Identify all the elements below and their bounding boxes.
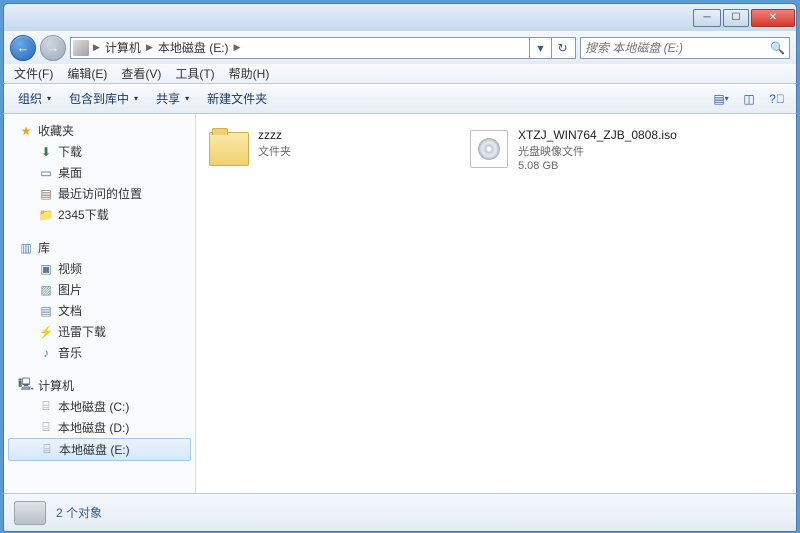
include-library-button[interactable]: 包含到库中 bbox=[63, 86, 144, 111]
sidebar-item-label: 本地磁盘 (E:) bbox=[59, 441, 130, 458]
thunder-icon: ⚡ bbox=[38, 324, 54, 340]
file-type: 文件夹 bbox=[258, 143, 291, 159]
sidebar-item-music[interactable]: ♪音乐 bbox=[4, 342, 195, 363]
breadcrumb[interactable]: ▶ 计算机 ▶ 本地磁盘 (E:) ▶ ▾ ↻ bbox=[70, 37, 576, 59]
sidebar-label: 收藏夹 bbox=[38, 122, 74, 139]
sidebar-item-label: 迅雷下载 bbox=[58, 323, 106, 340]
file-list[interactable]: zzzz 文件夹 XTZJ_WIN764_ZJB_0808.iso 光盘映像文件… bbox=[196, 114, 796, 493]
sidebar-item-label: 桌面 bbox=[58, 164, 82, 181]
drive-icon: ⌸ bbox=[38, 399, 54, 415]
drive-icon: ⌸ bbox=[38, 420, 54, 436]
search-icon[interactable]: 🔍 bbox=[770, 41, 785, 55]
toolbar: 组织 包含到库中 共享 新建文件夹 ▤▾ ◫ ?⃝ bbox=[3, 84, 797, 114]
breadcrumb-root[interactable]: 计算机 bbox=[102, 39, 144, 56]
sidebar-item-label: 2345下载 bbox=[58, 206, 109, 223]
video-icon: ▣ bbox=[38, 261, 54, 277]
back-button[interactable]: ← bbox=[10, 35, 36, 61]
menu-file[interactable]: 文件(F) bbox=[8, 63, 59, 84]
file-meta: zzzz 文件夹 bbox=[258, 128, 291, 159]
window-controls: ─ ☐ ✕ bbox=[691, 9, 795, 27]
help-icon[interactable]: ?⃝ bbox=[766, 88, 788, 110]
sidebar-group-computer: 🖳 计算机 ⌸本地磁盘 (C:) ⌸本地磁盘 (D:) ⌸本地磁盘 (E:) bbox=[4, 375, 195, 461]
picture-icon: ▨ bbox=[38, 282, 54, 298]
search-box[interactable]: 🔍 bbox=[580, 37, 790, 59]
maximize-button[interactable]: ☐ bbox=[723, 9, 749, 27]
sidebar-item-label: 音乐 bbox=[58, 344, 82, 361]
chevron-right-icon[interactable]: ▶ bbox=[232, 42, 243, 53]
title-bar: ─ ☐ ✕ bbox=[3, 3, 797, 31]
sidebar-item-2345[interactable]: 📁2345下载 bbox=[4, 204, 195, 225]
sidebar-item-thunder[interactable]: ⚡迅雷下载 bbox=[4, 321, 195, 342]
desktop-icon: ▭ bbox=[38, 165, 54, 181]
menu-edit[interactable]: 编辑(E) bbox=[61, 63, 113, 84]
sidebar-item-desktop[interactable]: ▭桌面 bbox=[4, 162, 195, 183]
sidebar-head-libraries[interactable]: ▥ 库 bbox=[4, 237, 195, 258]
sidebar-item-documents[interactable]: ▤文档 bbox=[4, 300, 195, 321]
file-item-iso[interactable]: XTZJ_WIN764_ZJB_0808.iso 光盘映像文件 5.08 GB bbox=[464, 124, 704, 176]
drive-icon bbox=[14, 501, 46, 525]
chevron-right-icon[interactable]: ▶ bbox=[144, 42, 155, 53]
sidebar-item-label: 图片 bbox=[58, 281, 82, 298]
organize-button[interactable]: 组织 bbox=[12, 86, 57, 111]
sidebar-label: 计算机 bbox=[38, 377, 74, 394]
nav-bar: ← → ▶ 计算机 ▶ 本地磁盘 (E:) ▶ ▾ ↻ 🔍 bbox=[3, 31, 797, 64]
sidebar-item-recent[interactable]: ▤最近访问的位置 bbox=[4, 183, 195, 204]
sidebar-item-label: 下载 bbox=[58, 143, 82, 160]
sidebar-item-downloads[interactable]: ⬇下载 bbox=[4, 141, 195, 162]
refresh-icon[interactable]: ↻ bbox=[551, 37, 573, 59]
file-size: 5.08 GB bbox=[518, 160, 677, 172]
file-meta: XTZJ_WIN764_ZJB_0808.iso 光盘映像文件 5.08 GB bbox=[518, 128, 677, 172]
view-options-icon[interactable]: ▤▾ bbox=[710, 88, 732, 110]
forward-button[interactable]: → bbox=[40, 35, 66, 61]
preview-pane-icon[interactable]: ◫ bbox=[738, 88, 760, 110]
sidebar-label: 库 bbox=[38, 239, 50, 256]
sidebar-item-drive-d[interactable]: ⌸本地磁盘 (D:) bbox=[4, 417, 195, 438]
minimize-button[interactable]: ─ bbox=[693, 9, 721, 27]
sidebar-item-label: 本地磁盘 (D:) bbox=[58, 419, 129, 436]
sidebar-item-label: 文档 bbox=[58, 302, 82, 319]
sidebar-group-favorites: ★ 收藏夹 ⬇下载 ▭桌面 ▤最近访问的位置 📁2345下载 bbox=[4, 120, 195, 225]
dropdown-icon[interactable]: ▾ bbox=[529, 37, 551, 59]
main-area: ★ 收藏夹 ⬇下载 ▭桌面 ▤最近访问的位置 📁2345下载 ▥ 库 ▣视频 ▨… bbox=[3, 114, 797, 493]
drive-icon bbox=[73, 40, 89, 56]
sidebar-item-drive-c[interactable]: ⌸本地磁盘 (C:) bbox=[4, 396, 195, 417]
sidebar-head-favorites[interactable]: ★ 收藏夹 bbox=[4, 120, 195, 141]
sidebar-item-drive-e[interactable]: ⌸本地磁盘 (E:) bbox=[8, 438, 191, 461]
computer-icon: 🖳 bbox=[18, 378, 34, 394]
menu-bar: 文件(F) 编辑(E) 查看(V) 工具(T) 帮助(H) bbox=[3, 64, 797, 84]
breadcrumb-current[interactable]: 本地磁盘 (E:) bbox=[155, 39, 232, 56]
library-icon: ▥ bbox=[18, 240, 34, 256]
folder-icon: 📁 bbox=[38, 207, 54, 223]
sidebar: ★ 收藏夹 ⬇下载 ▭桌面 ▤最近访问的位置 📁2345下载 ▥ 库 ▣视频 ▨… bbox=[4, 114, 196, 493]
sidebar-item-label: 视频 bbox=[58, 260, 82, 277]
sidebar-group-libraries: ▥ 库 ▣视频 ▨图片 ▤文档 ⚡迅雷下载 ♪音乐 bbox=[4, 237, 195, 363]
status-text: 2 个对象 bbox=[56, 504, 102, 521]
menu-help[interactable]: 帮助(H) bbox=[223, 63, 276, 84]
recent-icon: ▤ bbox=[38, 186, 54, 202]
share-button[interactable]: 共享 bbox=[150, 86, 195, 111]
sidebar-item-label: 最近访问的位置 bbox=[58, 185, 142, 202]
file-name: zzzz bbox=[258, 128, 291, 142]
close-button[interactable]: ✕ bbox=[751, 9, 795, 27]
star-icon: ★ bbox=[18, 123, 34, 139]
search-input[interactable] bbox=[585, 41, 770, 55]
file-name: XTZJ_WIN764_ZJB_0808.iso bbox=[518, 128, 677, 142]
iso-icon bbox=[468, 128, 510, 170]
drive-icon: ⌸ bbox=[39, 442, 55, 458]
status-bar: 2 个对象 bbox=[3, 493, 797, 532]
file-item-folder[interactable]: zzzz 文件夹 bbox=[204, 124, 444, 174]
menu-view[interactable]: 查看(V) bbox=[115, 63, 167, 84]
document-icon: ▤ bbox=[38, 303, 54, 319]
download-icon: ⬇ bbox=[38, 144, 54, 160]
sidebar-item-pictures[interactable]: ▨图片 bbox=[4, 279, 195, 300]
file-type: 光盘映像文件 bbox=[518, 143, 677, 159]
new-folder-button[interactable]: 新建文件夹 bbox=[201, 86, 273, 111]
sidebar-item-videos[interactable]: ▣视频 bbox=[4, 258, 195, 279]
sidebar-item-label: 本地磁盘 (C:) bbox=[58, 398, 129, 415]
music-icon: ♪ bbox=[38, 345, 54, 361]
sidebar-head-computer[interactable]: 🖳 计算机 bbox=[4, 375, 195, 396]
menu-tools[interactable]: 工具(T) bbox=[169, 63, 220, 84]
chevron-right-icon[interactable]: ▶ bbox=[91, 42, 102, 53]
folder-icon bbox=[208, 128, 250, 170]
